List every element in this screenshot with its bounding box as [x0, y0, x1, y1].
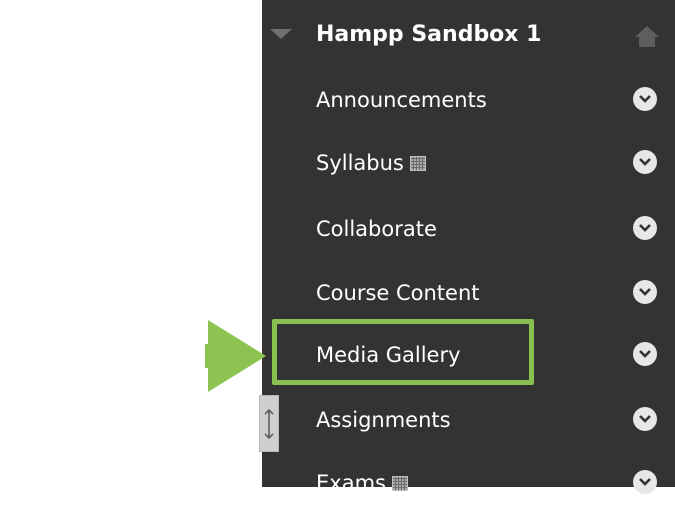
resize-handle[interactable]	[259, 395, 279, 452]
resize-arrows-icon	[264, 409, 274, 439]
arrow-annotation-icon	[205, 320, 266, 392]
